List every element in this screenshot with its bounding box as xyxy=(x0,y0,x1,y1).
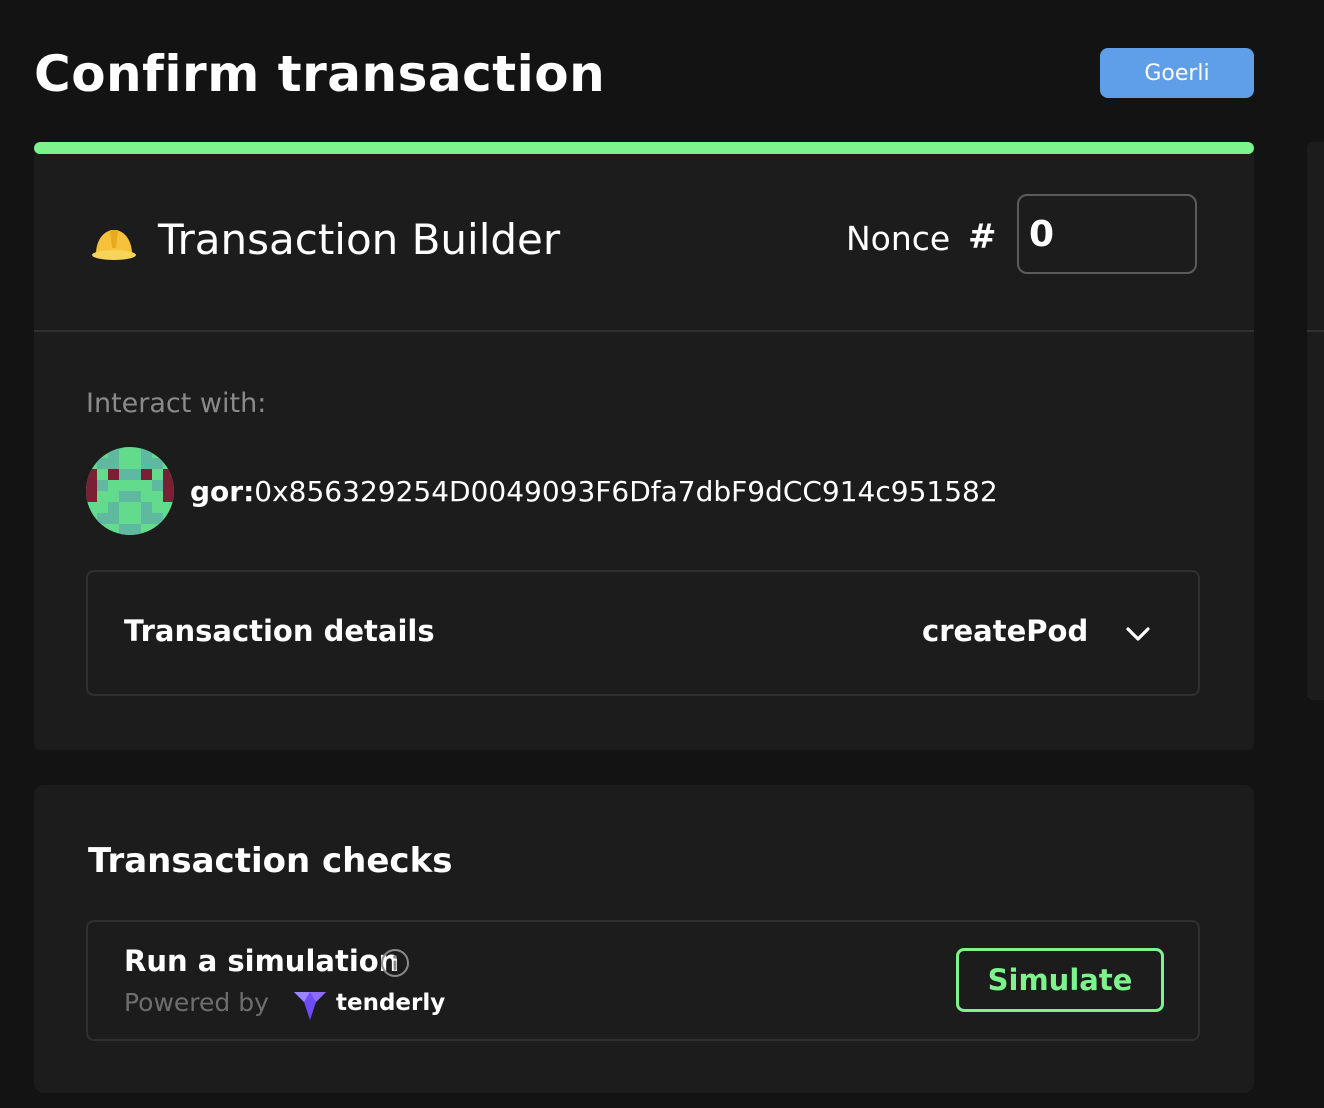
simulation-row: Run a simulation Powered by tenderly Sim… xyxy=(86,920,1200,1041)
hard-hat-icon xyxy=(92,230,136,260)
nonce-hash: # xyxy=(968,217,997,257)
method-name: createPod xyxy=(922,614,1089,648)
transaction-card: Transaction Builder Nonce # Interact wit… xyxy=(34,142,1254,750)
details-title: Transaction details xyxy=(124,614,435,648)
transaction-checks-card: Transaction checks Run a simulation Powe… xyxy=(34,785,1254,1093)
simulation-title: Run a simulation xyxy=(124,944,400,978)
tenderly-wordmark: tenderly xyxy=(336,990,446,1016)
checks-title: Transaction checks xyxy=(88,841,453,881)
tenderly-logo-icon xyxy=(294,992,326,1020)
transaction-details-accordion[interactable]: Transaction details createPod xyxy=(86,570,1200,696)
powered-by-label: Powered by xyxy=(124,988,269,1017)
progress-bar xyxy=(34,142,1254,154)
interact-label: Interact with: xyxy=(86,388,267,419)
nonce-input[interactable] xyxy=(1017,194,1197,274)
nonce-label: Nonce xyxy=(846,219,951,258)
contract-address[interactable]: gor:0x856329254D0049093F6Dfa7dbF9dCC914c… xyxy=(190,472,998,512)
chevron-down-icon[interactable] xyxy=(1122,618,1154,650)
chain-prefix: gor: xyxy=(190,475,255,508)
progress-fill xyxy=(34,142,1254,154)
address-value: 0x856329254D0049093F6Dfa7dbF9dCC914c9515… xyxy=(254,475,998,508)
network-badge[interactable]: Goerli xyxy=(1100,48,1254,98)
simulate-button[interactable]: Simulate xyxy=(956,948,1164,1012)
page-title: Confirm transaction xyxy=(34,45,606,103)
app-name: Transaction Builder xyxy=(158,215,561,264)
side-panel xyxy=(1307,142,1324,700)
identicon-avatar xyxy=(86,447,174,535)
card-header: Transaction Builder Nonce # xyxy=(34,154,1254,332)
info-icon[interactable] xyxy=(380,948,410,978)
